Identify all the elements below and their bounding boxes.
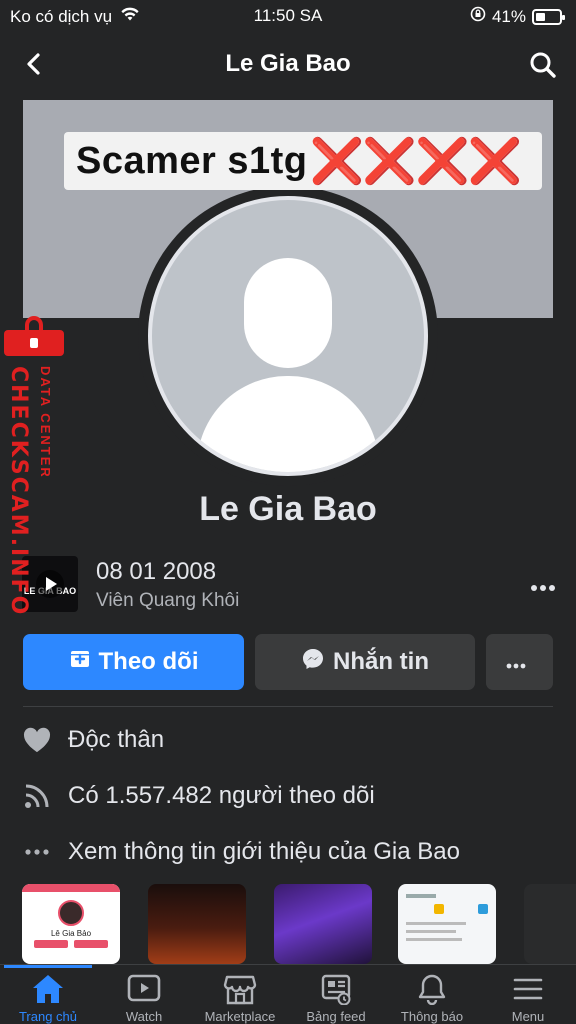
tab-marketplace[interactable]: Marketplace [192, 971, 288, 1024]
photo-thumbnail[interactable] [274, 884, 372, 964]
tab-menu[interactable]: Menu [480, 971, 576, 1024]
nav-bar: Le Gia Bao [0, 40, 576, 88]
profile-picture[interactable] [138, 186, 438, 486]
more-actions-button[interactable] [486, 634, 553, 690]
profile-name: Le Gia Bao [199, 490, 377, 528]
tab-watch[interactable]: Watch [96, 971, 192, 1024]
marketplace-icon [192, 971, 288, 1007]
see-about-row[interactable]: Xem thông tin giới thiệu của Gia Bao [22, 834, 562, 870]
tab-notifications[interactable]: Thông báo [384, 971, 480, 1024]
message-button[interactable]: Nhắn tin [255, 634, 475, 690]
tab-label: Marketplace [204, 1009, 276, 1024]
watch-icon [96, 971, 192, 1007]
relationship-text: Độc thân [68, 726, 165, 753]
checkscam-watermark: CHECKSCAM.INFO DATA CENTER [2, 310, 66, 616]
photo-thumbnail[interactable] [148, 884, 246, 964]
photos-strip: Lê Gia Bảo [22, 884, 576, 964]
relationship-row: Độc thân [22, 722, 562, 758]
see-about-text: Xem thông tin giới thiệu của Gia Bao [68, 838, 460, 865]
heart-icon [22, 725, 52, 755]
active-tab-indicator [4, 965, 92, 968]
bottom-tab-bar: Trang chủ Watch Marketplace Bảng feed Th… [0, 964, 576, 1024]
default-avatar-icon [148, 196, 428, 476]
message-label: Nhắn tin [333, 648, 429, 675]
more-info-icon [22, 837, 52, 867]
scam-banner-text: Scamer s1tg [76, 139, 308, 182]
photo-thumbnail[interactable]: Lê Gia Bảo [22, 884, 120, 964]
ellipsis-icon [506, 648, 534, 676]
lock-icon [4, 310, 64, 356]
tab-label: Menu [511, 1009, 545, 1024]
photo-thumbnail[interactable] [398, 884, 496, 964]
battery-percent: 41% [491, 6, 526, 26]
follow-label: Theo dõi [98, 648, 199, 675]
tab-home[interactable]: Trang chủ [0, 971, 96, 1024]
tab-label: Watch [125, 1009, 163, 1024]
watermark-main-text: CHECKSCAM.INFO [6, 366, 31, 617]
orientation-lock-icon [470, 6, 486, 27]
page-title: Le Gia Bao [225, 50, 351, 77]
feed-icon [288, 971, 384, 1007]
search-icon[interactable] [528, 50, 558, 80]
bell-icon [384, 971, 480, 1007]
follow-icon [69, 648, 99, 677]
rss-icon [22, 781, 52, 811]
menu-icon [480, 971, 576, 1007]
work-date: 08 01 2008 [96, 558, 217, 585]
cross-mark-icons: ❌❌❌❌ [309, 137, 523, 186]
tab-label: Bảng feed [306, 1009, 366, 1024]
more-options-icon[interactable] [530, 572, 556, 598]
work-subtitle: Viên Quang Khôi [96, 590, 240, 611]
followers-row[interactable]: Có 1.557.482 người theo dõi [22, 778, 562, 814]
status-bar: Ko có dịch vụ 11:50 SA 41% [0, 0, 576, 32]
follow-button[interactable]: Theo dõi [23, 634, 244, 690]
home-icon [0, 971, 96, 1007]
divider [23, 706, 553, 707]
work-info-row[interactable]: LE GIA BAO 08 01 2008 Viên Quang Khôi [22, 556, 562, 616]
photo-thumbnail[interactable] [524, 884, 576, 964]
photo-caption: Lê Gia Bảo [50, 929, 92, 938]
followers-text: Có 1.557.482 người theo dõi [68, 782, 375, 809]
messenger-icon [301, 647, 333, 678]
scam-warning-banner: Scamer s1tg ❌❌❌❌ [64, 132, 542, 190]
tab-label: Thông báo [400, 1009, 464, 1024]
watermark-sub-text: DATA CENTER [38, 366, 53, 479]
battery-icon [532, 8, 565, 25]
tab-feed[interactable]: Bảng feed [288, 971, 384, 1024]
tab-label: Trang chủ [18, 1009, 78, 1024]
